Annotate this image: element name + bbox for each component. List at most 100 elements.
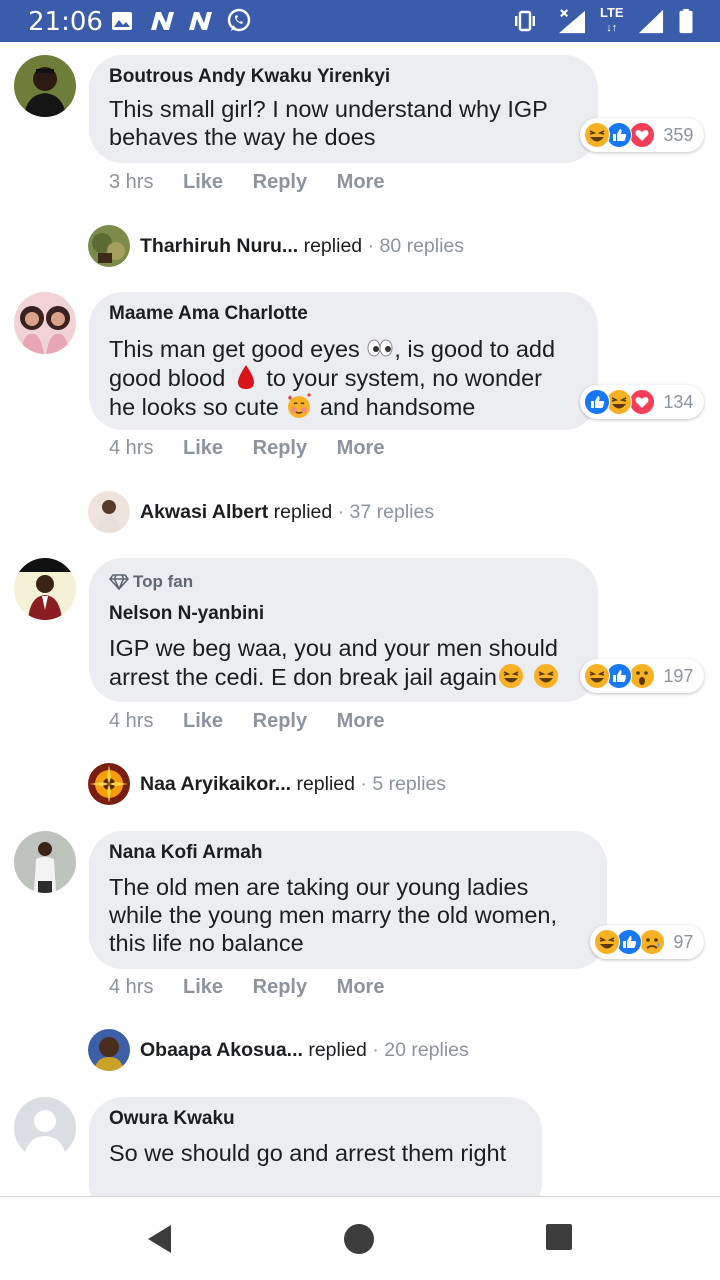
default-avatar-icon bbox=[14, 1097, 76, 1159]
comment-actions: 4 hrs Like Reply More bbox=[109, 976, 384, 999]
top-fan-badge: Top fan bbox=[108, 572, 193, 592]
reply-count: · 80 replies bbox=[367, 235, 465, 257]
gallery-icon bbox=[112, 12, 132, 30]
comment-time[interactable]: 3 hrs bbox=[109, 171, 153, 193]
comment-time[interactable]: 4 hrs bbox=[109, 437, 153, 459]
smiling-hearts-emoji-icon bbox=[288, 393, 312, 418]
blood-drop-emoji-icon bbox=[237, 365, 254, 389]
like-reaction-icon bbox=[606, 122, 633, 148]
comment-author[interactable]: Owura Kwaku bbox=[109, 1108, 235, 1130]
more-button[interactable]: More bbox=[337, 710, 385, 732]
status-time: 21:06 bbox=[28, 7, 103, 37]
like-reaction-icon bbox=[616, 929, 643, 955]
replies-summary-text[interactable]: Akwasi Albert replied · 37 replies bbox=[140, 501, 434, 524]
comment-bubble[interactable]: Top fan Nelson N-yanbini IGP we beg waa,… bbox=[89, 558, 598, 702]
recents-icon[interactable] bbox=[545, 1223, 573, 1251]
reply-author: Tharhiruh Nuru... bbox=[140, 235, 299, 257]
comment-author[interactable]: Nana Kofi Armah bbox=[109, 842, 262, 864]
whatsapp-icon bbox=[227, 8, 251, 32]
reply-button[interactable]: Reply bbox=[253, 437, 307, 459]
comment-author[interactable]: Boutrous Andy Kwaku Yirenkyi bbox=[109, 66, 390, 88]
avatar[interactable] bbox=[14, 55, 76, 117]
eyes-emoji-icon bbox=[367, 339, 393, 357]
more-button[interactable]: More bbox=[337, 437, 385, 459]
reply-avatar bbox=[88, 491, 130, 533]
comment-bubble[interactable]: Nana Kofi Armah The old men are taking o… bbox=[89, 831, 607, 969]
like-button[interactable]: Like bbox=[183, 437, 223, 459]
reaction-count: 97 bbox=[673, 932, 694, 952]
like-button[interactable]: Like bbox=[183, 710, 223, 732]
replied-label: replied bbox=[273, 501, 333, 523]
love-reaction-icon bbox=[628, 122, 655, 148]
laughing-emoji-icon bbox=[533, 664, 558, 688]
avatar[interactable] bbox=[14, 831, 76, 893]
comment-actions: 3 hrs Like Reply More bbox=[109, 171, 384, 194]
reply-count: · 20 replies bbox=[372, 1039, 469, 1061]
lte-icon: LTE ↓↑ bbox=[600, 5, 624, 35]
replied-label: replied bbox=[303, 235, 363, 257]
comment-author[interactable]: Maame Ama Charlotte bbox=[109, 303, 308, 325]
reply-author: Obaapa Akosua... bbox=[140, 1039, 303, 1061]
reply-count: · 5 replies bbox=[360, 773, 447, 795]
reply-count: · 37 replies bbox=[337, 501, 435, 523]
reply-author: Akwasi Albert bbox=[140, 501, 269, 523]
reply-author: Naa Aryikaikor... bbox=[140, 773, 292, 795]
reactions-summary[interactable]: 97 bbox=[590, 925, 704, 959]
reply-button[interactable]: Reply bbox=[253, 171, 307, 193]
comment-actions: 4 hrs Like Reply More bbox=[109, 437, 384, 460]
replies-summary-text[interactable]: Tharhiruh Nuru... replied · 80 replies bbox=[140, 235, 464, 258]
haha-reaction-icon bbox=[606, 389, 633, 415]
sad-reaction-icon bbox=[638, 929, 665, 955]
replies-summary-text[interactable]: Naa Aryikaikor... replied · 5 replies bbox=[140, 773, 446, 796]
vibrate-icon bbox=[515, 10, 535, 32]
like-button[interactable]: Like bbox=[183, 976, 223, 998]
comment-text: IGP we beg waa, you and your men should … bbox=[109, 635, 558, 690]
reactions-summary[interactable]: 134 bbox=[580, 385, 704, 419]
reply-avatar bbox=[88, 225, 130, 267]
reply-button[interactable]: Reply bbox=[253, 976, 307, 998]
more-button[interactable]: More bbox=[337, 976, 385, 998]
wow-reaction-icon bbox=[628, 663, 655, 689]
reaction-count: 134 bbox=[663, 392, 694, 412]
comment-text: The old men are taking our young ladies … bbox=[109, 874, 558, 956]
battery-icon bbox=[679, 8, 693, 34]
replied-label: replied bbox=[296, 773, 355, 795]
back-icon[interactable] bbox=[146, 1223, 174, 1255]
n-icon bbox=[151, 12, 174, 30]
laughing-emoji-icon bbox=[498, 664, 523, 688]
comment-time[interactable]: 4 hrs bbox=[109, 976, 153, 998]
haha-reaction-icon bbox=[594, 929, 620, 955]
avatar[interactable] bbox=[14, 292, 76, 354]
reactions-summary[interactable]: 359 bbox=[580, 118, 704, 152]
home-icon[interactable] bbox=[343, 1223, 375, 1255]
like-button[interactable]: Like bbox=[183, 171, 223, 193]
like-reaction-icon bbox=[584, 389, 610, 415]
n-icon bbox=[189, 12, 212, 30]
replies-summary-text[interactable]: Obaapa Akosua... replied · 20 replies bbox=[140, 1039, 469, 1062]
haha-reaction-icon bbox=[584, 122, 610, 148]
comment-time[interactable]: 4 hrs bbox=[109, 710, 153, 732]
reply-avatar bbox=[88, 763, 130, 805]
signal-x-icon bbox=[559, 9, 585, 34]
reaction-count: 359 bbox=[663, 125, 694, 145]
comment-bubble[interactable]: Maame Ama Charlotte This man get good ey… bbox=[89, 292, 598, 430]
reaction-count: 197 bbox=[663, 666, 694, 686]
navigation-bar bbox=[0, 1196, 720, 1280]
comment-bubble[interactable]: Boutrous Andy Kwaku Yirenkyi This small … bbox=[89, 55, 598, 163]
avatar[interactable] bbox=[14, 558, 76, 620]
comment-text: So we should go and arrest them right bbox=[109, 1140, 507, 1166]
reactions-summary[interactable]: 197 bbox=[580, 659, 704, 693]
comment-text: This small girl? I now understand why IG… bbox=[109, 96, 548, 150]
comment-text: This man get good eyes , is good to add … bbox=[109, 336, 556, 420]
comment-author[interactable]: Nelson N-yanbini bbox=[109, 603, 264, 625]
reply-avatar bbox=[88, 1029, 130, 1071]
more-button[interactable]: More bbox=[337, 171, 385, 193]
like-reaction-icon bbox=[606, 663, 633, 689]
diamond-icon bbox=[108, 574, 130, 591]
replied-label: replied bbox=[308, 1039, 367, 1061]
love-reaction-icon bbox=[628, 389, 655, 415]
reply-button[interactable]: Reply bbox=[253, 710, 307, 732]
status-bar: 21:06 LTE ↓↑ bbox=[0, 0, 720, 42]
avatar[interactable] bbox=[14, 1097, 76, 1159]
signal-icon bbox=[638, 9, 664, 34]
